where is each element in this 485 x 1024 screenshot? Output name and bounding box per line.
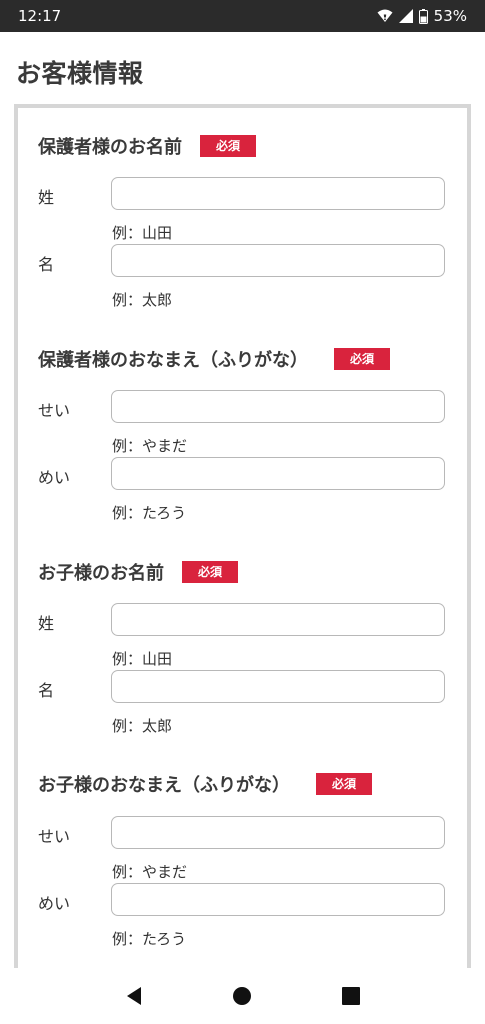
status-icons: 53% [377, 7, 467, 25]
field-label-sei-kana: せい [38, 401, 71, 420]
field-label-sei: 姓 [38, 188, 55, 207]
child-first-name-kana-input[interactable] [111, 883, 445, 916]
field-hint: 例：たろう [112, 930, 187, 948]
section-title: お子様のおなまえ（ふりがな） [38, 775, 290, 796]
required-badge: 必須 [316, 773, 372, 795]
field-label-mei-kana: めい [38, 894, 71, 913]
guardian-first-name-kana-input[interactable] [111, 457, 445, 490]
field-hint: 例：やまだ [112, 863, 188, 881]
field-label-sei-kana: せい [38, 827, 71, 846]
field-label-mei: 名 [38, 681, 55, 700]
section-header: お子様のお名前 必須 [38, 559, 238, 585]
guardian-last-name-kana-input[interactable] [111, 390, 445, 423]
signal-icon [398, 9, 413, 23]
customer-info-form: 保護者様のお名前 必須 姓 例：山田 名 例：太郎 保護者様のおなまえ（ふりがな… [14, 104, 471, 974]
field-hint: 例：山田 [112, 224, 173, 242]
field-hint: 例：太郎 [112, 291, 173, 309]
required-badge: 必須 [334, 348, 390, 370]
field-hint: 例：やまだ [112, 437, 188, 455]
child-last-name-kana-input[interactable] [111, 816, 445, 849]
section-title: 保護者様のお名前 [38, 137, 182, 158]
back-icon [127, 987, 142, 1005]
section-title: 保護者様のおなまえ（ふりがな） [38, 350, 308, 371]
status-time: 12:17 [18, 7, 62, 25]
home-icon [233, 987, 252, 1005]
field-label-sei: 姓 [38, 614, 55, 633]
battery-icon [418, 8, 428, 24]
section-header: 保護者様のお名前 必須 [38, 133, 256, 159]
field-hint: 例：山田 [112, 650, 173, 668]
status-bar: 12:17 53% [0, 0, 485, 32]
guardian-last-name-input[interactable] [111, 177, 445, 210]
recents-button[interactable] [331, 976, 371, 1016]
battery-percent: 53% [433, 7, 467, 25]
child-last-name-input[interactable] [111, 603, 445, 636]
page-title: お客様情報 [16, 59, 144, 88]
field-label-mei: 名 [38, 255, 55, 274]
section-header: お子様のおなまえ（ふりがな） 必須 [38, 771, 372, 797]
field-label-mei-kana: めい [38, 468, 71, 487]
section-header: 保護者様のおなまえ（ふりがな） 必須 [38, 346, 390, 372]
field-hint: 例：たろう [112, 504, 187, 522]
home-button[interactable] [222, 976, 262, 1016]
navigation-bar [0, 968, 485, 1024]
child-first-name-input[interactable] [111, 670, 445, 703]
section-title: お子様のお名前 [38, 563, 164, 584]
field-hint: 例：太郎 [112, 717, 173, 735]
required-badge: 必須 [200, 135, 256, 157]
required-badge: 必須 [182, 561, 238, 583]
back-button[interactable] [114, 976, 154, 1016]
guardian-first-name-input[interactable] [111, 244, 445, 277]
recents-icon [341, 987, 360, 1005]
wifi-icon [377, 9, 393, 23]
